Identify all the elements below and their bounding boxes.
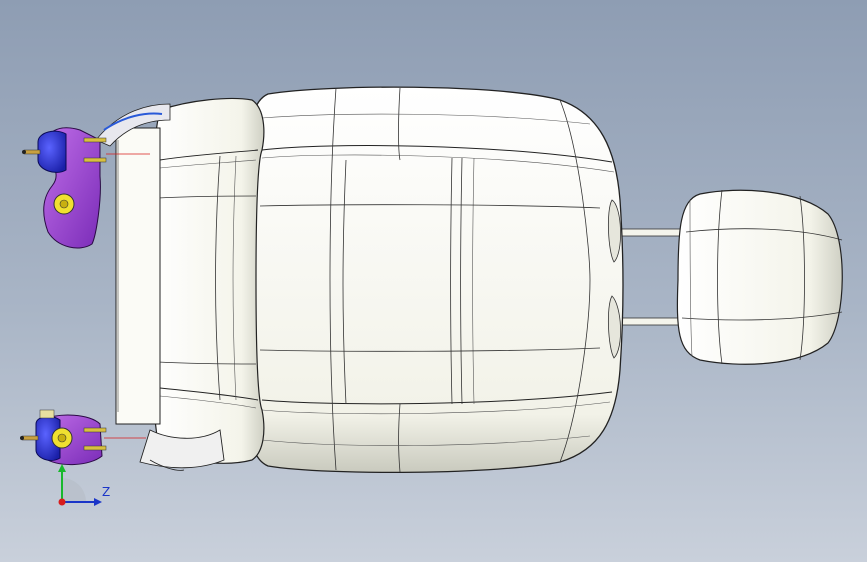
z-axis-arrow-icon: [94, 498, 102, 506]
seat-back[interactable]: [248, 86, 624, 474]
z-axis-label: Z: [102, 485, 111, 499]
seat-cushion[interactable]: [151, 97, 265, 464]
axis-triad: [58, 464, 102, 506]
headrest[interactable]: [676, 189, 843, 365]
x-axis-dot: [58, 498, 66, 506]
seat-model-drawing[interactable]: [0, 0, 867, 562]
cad-viewport[interactable]: Z: [0, 0, 867, 562]
y-axis-arrow-icon: [58, 464, 66, 472]
